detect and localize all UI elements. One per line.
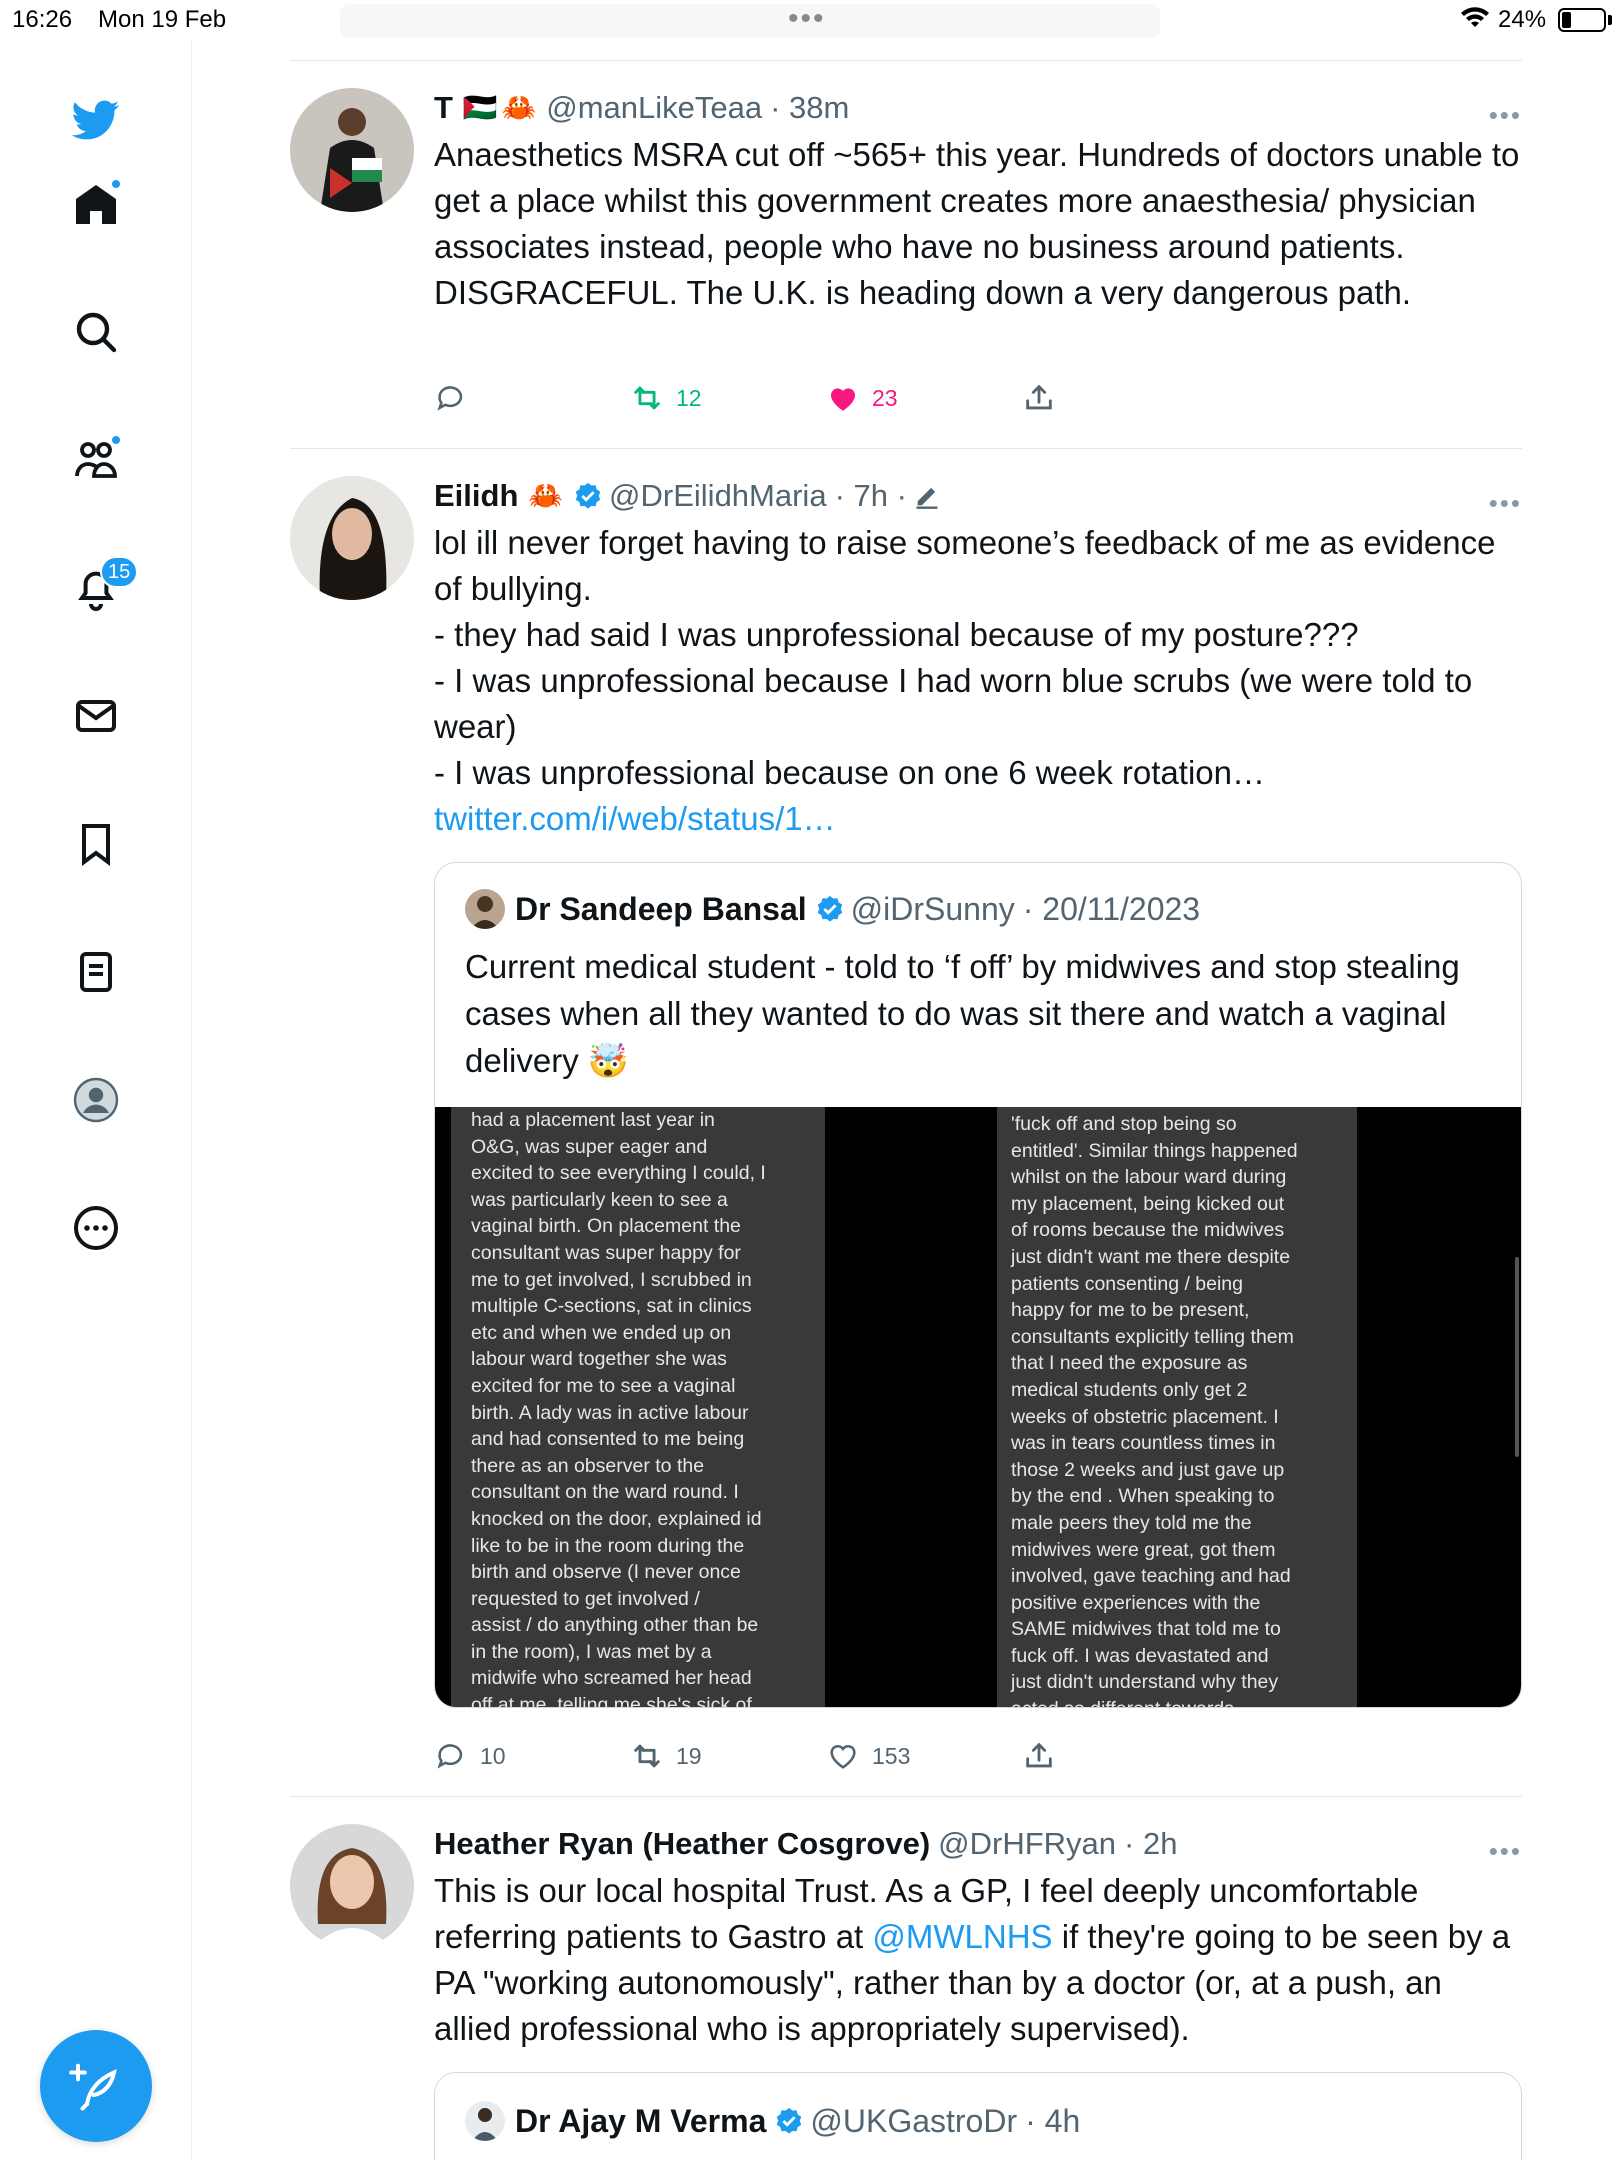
quoted-tweet-card[interactable]: Dr Sandeep Bansal @iDrSunny · 20/11/2023… bbox=[434, 862, 1522, 1708]
palestine-flag-emoji: 🇵🇸 bbox=[454, 92, 498, 123]
share-button[interactable] bbox=[1022, 1734, 1068, 1778]
tweet-header: Eilidh 🦀 @DrEilidhMaria · 7h · bbox=[434, 476, 1522, 516]
twitter-logo-icon[interactable] bbox=[66, 90, 126, 150]
display-name[interactable]: Heather Ryan (Heather Cosgrove) bbox=[434, 1824, 930, 1864]
tweet-text: lol ill never forget having to raise som… bbox=[434, 520, 1522, 842]
quoted-avatar bbox=[465, 889, 505, 929]
divider bbox=[290, 60, 1522, 61]
retweet-count: 19 bbox=[676, 1742, 702, 1769]
home-icon[interactable] bbox=[66, 174, 126, 234]
reply-icon bbox=[437, 1744, 463, 1769]
reply-button[interactable]: 10 bbox=[434, 1734, 506, 1778]
heart-icon bbox=[830, 1745, 856, 1769]
messages-icon[interactable] bbox=[66, 686, 126, 746]
retweet-count: 12 bbox=[676, 384, 702, 411]
like-button[interactable]: 153 bbox=[826, 1734, 910, 1778]
timestamp[interactable]: · 38m bbox=[770, 88, 849, 128]
lists-icon[interactable] bbox=[66, 942, 126, 1002]
reply-count: 10 bbox=[480, 1742, 506, 1769]
avatar[interactable] bbox=[290, 1824, 414, 1948]
timestamp[interactable]: · 2h bbox=[1124, 1824, 1177, 1864]
tweet-text: This is our local hospital Trust. As a G… bbox=[434, 1868, 1522, 2052]
timestamp[interactable]: · 7h · bbox=[835, 476, 907, 516]
screenshot-text-left: had a placement last year in O&G, was su… bbox=[471, 1109, 766, 1708]
quoted-avatar bbox=[465, 2101, 505, 2141]
notifications-badge: 15 bbox=[100, 556, 139, 588]
quoted-time: · 4h bbox=[1025, 2102, 1081, 2139]
battery-icon bbox=[1558, 8, 1606, 32]
status-time: 16:26 bbox=[12, 6, 73, 33]
divider bbox=[290, 1796, 1522, 1797]
status-bar: 16:26 Mon 19 Feb ••• 24% bbox=[0, 0, 1620, 40]
share-button[interactable] bbox=[1022, 376, 1068, 420]
battery-percent: 24% bbox=[1498, 6, 1547, 33]
sidebar: 15 bbox=[0, 40, 192, 2160]
reply-button[interactable] bbox=[434, 376, 480, 420]
wifi-icon bbox=[1461, 7, 1489, 27]
more-options-icon[interactable] bbox=[66, 1198, 126, 1258]
screenshot-image-left[interactable]: had a placement last year in O&G, was su… bbox=[451, 1107, 825, 1708]
avatar[interactable] bbox=[290, 476, 414, 600]
quoted-tweet-text: Current medical student - told to ‘f off… bbox=[465, 948, 1460, 1079]
quoted-display-name: Dr Ajay M Verma bbox=[515, 2102, 767, 2139]
quoted-handle: @UKGastroDr bbox=[810, 2102, 1018, 2139]
more-menu-icon[interactable]: ••• bbox=[1489, 1836, 1522, 1867]
screenshot-image-right[interactable]: 'fuck off and stop being so entitled'. S… bbox=[997, 1107, 1357, 1707]
communities-icon[interactable] bbox=[66, 430, 126, 490]
profile-avatar-icon[interactable] bbox=[66, 1070, 126, 1130]
notifications-bell-icon[interactable]: 15 bbox=[66, 556, 139, 618]
verified-badge-icon bbox=[817, 895, 842, 922]
tweet-text-body: lol ill never forget having to raise som… bbox=[434, 524, 1496, 791]
verified-badge-icon bbox=[777, 2107, 802, 2134]
retweet-icon bbox=[634, 386, 660, 410]
retweet-icon bbox=[634, 1744, 660, 1768]
tweet-text: Anaesthetics MSRA cut off ~565+ this yea… bbox=[434, 136, 1520, 311]
handle[interactable]: @DrHFRyan bbox=[938, 1824, 1116, 1864]
crab-emoji: 🦀 bbox=[501, 92, 545, 123]
status-date: Mon 19 Feb bbox=[98, 6, 227, 33]
edited-pencil-icon[interactable] bbox=[913, 482, 941, 510]
home-notification-dot bbox=[110, 178, 122, 190]
communities-notification-dot bbox=[110, 434, 122, 446]
share-icon bbox=[1026, 1742, 1052, 1768]
reply-icon bbox=[437, 386, 463, 411]
bookmarks-icon[interactable] bbox=[66, 814, 126, 874]
screenshot-text-right: 'fuck off and stop being so entitled'. S… bbox=[1011, 1113, 1298, 1707]
tweet-actions: 10 19 153 bbox=[434, 1734, 1522, 1778]
mention-link[interactable]: @MWLNHS bbox=[872, 1918, 1052, 1955]
retweet-button[interactable]: 19 bbox=[630, 1734, 702, 1778]
quoted-tweet-header: Dr Ajay M Verma @UKGastroDr · 4h bbox=[465, 2101, 1080, 2141]
like-button[interactable]: 23 bbox=[826, 376, 898, 420]
heart-filled-icon bbox=[830, 388, 856, 411]
compose-tweet-button[interactable] bbox=[40, 2030, 152, 2142]
verified-badge-icon bbox=[575, 482, 601, 509]
retweet-button[interactable]: 12 bbox=[630, 376, 702, 420]
share-icon bbox=[1026, 384, 1052, 410]
display-name[interactable]: T bbox=[434, 88, 453, 128]
avatar[interactable] bbox=[290, 88, 414, 212]
quoted-media[interactable]: had a placement last year in O&G, was su… bbox=[435, 1107, 1521, 1708]
display-name[interactable]: Eilidh bbox=[434, 476, 518, 516]
quoted-date: · 20/11/2023 bbox=[1022, 890, 1201, 927]
like-count: 153 bbox=[872, 1742, 911, 1769]
url-bar[interactable] bbox=[340, 4, 1160, 38]
tweet-link[interactable]: twitter.com/i/web/status/1… bbox=[434, 800, 836, 837]
handle[interactable]: @DrEilidhMaria bbox=[609, 476, 827, 516]
multitask-dots-icon[interactable]: ••• bbox=[788, 2, 826, 36]
quoted-handle: @iDrSunny bbox=[850, 890, 1015, 927]
more-menu-icon[interactable]: ••• bbox=[1489, 488, 1522, 519]
crab-emoji: 🦀 bbox=[520, 480, 564, 511]
media-scrollbar[interactable] bbox=[1515, 1257, 1519, 1457]
quoted-tweet-header: Dr Sandeep Bansal @iDrSunny · 20/11/2023 bbox=[465, 889, 1200, 929]
tweet-header: T 🇵🇸 🦀 @manLikeTeaa · 38m bbox=[434, 88, 1522, 128]
quoted-tweet-card[interactable]: Dr Ajay M Verma @UKGastroDr · 4h bbox=[434, 2072, 1522, 2160]
divider bbox=[290, 448, 1522, 449]
quoted-display-name: Dr Sandeep Bansal bbox=[515, 890, 807, 927]
handle[interactable]: @manLikeTeaa bbox=[546, 88, 762, 128]
search-icon[interactable] bbox=[66, 302, 126, 362]
more-menu-icon[interactable]: ••• bbox=[1489, 100, 1522, 131]
tweet-header: Heather Ryan (Heather Cosgrove) @DrHFRya… bbox=[434, 1824, 1522, 1864]
like-count: 23 bbox=[872, 384, 898, 411]
tweet-actions: 12 23 bbox=[434, 376, 1522, 420]
